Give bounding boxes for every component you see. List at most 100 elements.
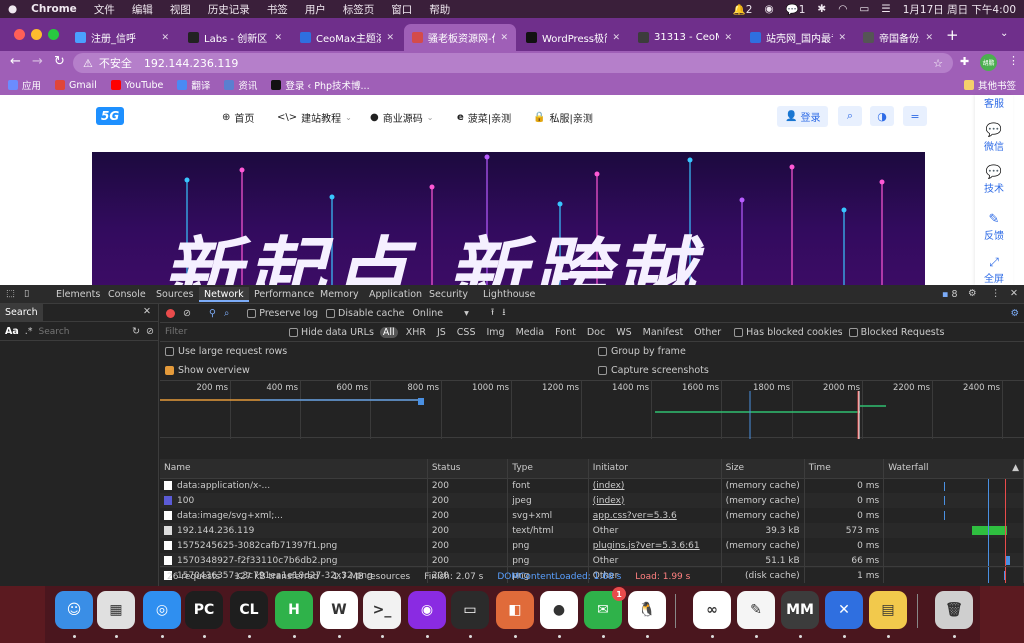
battery-icon[interactable]: ▭ bbox=[859, 3, 869, 15]
launchpad-app-icon[interactable]: ▦ bbox=[97, 591, 135, 629]
finder-app-icon[interactable]: ☺ bbox=[55, 591, 93, 629]
extensions-icon[interactable]: ✚ bbox=[960, 55, 969, 68]
apple-menu-icon[interactable]: ● bbox=[8, 3, 17, 15]
bluetooth-icon[interactable]: ✱ bbox=[817, 3, 826, 15]
bookmark-item[interactable]: Gmail bbox=[55, 80, 97, 91]
profile-avatar[interactable]: 胡鹏 bbox=[980, 54, 997, 71]
tab-lighthouse[interactable]: Lighthouse bbox=[483, 289, 535, 300]
wifi-icon[interactable]: ◠ bbox=[838, 3, 847, 15]
clear-log-icon[interactable]: ⊘ bbox=[183, 308, 191, 319]
issues-badge[interactable]: ▪ 8 bbox=[942, 289, 958, 300]
browser-tab[interactable]: WordPress极简 ✕ bbox=[518, 24, 628, 51]
regex-toggle[interactable]: .* bbox=[25, 326, 33, 337]
browser-tab[interactable]: 注册_信呼 ✕ bbox=[67, 24, 177, 51]
browser-tab[interactable]: Labs - 创新区 ✕ bbox=[180, 24, 290, 51]
menu-window[interactable]: 窗口 bbox=[391, 2, 412, 17]
close-tab-icon[interactable]: ✕ bbox=[612, 33, 620, 43]
type-filter-all[interactable]: All bbox=[379, 326, 398, 338]
tab-security[interactable]: Security bbox=[429, 289, 468, 300]
other-bookmarks[interactable]: 其他书签 bbox=[963, 78, 1016, 92]
safari-app-icon[interactable]: ◎ bbox=[143, 591, 181, 629]
podcast-app-icon[interactable]: ◉ bbox=[408, 591, 446, 629]
cell-initiator[interactable]: (index) bbox=[593, 481, 625, 491]
nav-commercial[interactable]: ● 商业源码 ⌄ bbox=[370, 110, 433, 125]
group-by-frame-checkbox[interactable]: Group by frame bbox=[598, 346, 686, 357]
hide-data-urls-checkbox[interactable]: Hide data URLs bbox=[289, 327, 374, 338]
cell-initiator[interactable]: app.css?ver=5.3.6 bbox=[593, 511, 677, 521]
remotedesktop-app-icon[interactable]: ✕ bbox=[825, 591, 863, 629]
service-item[interactable]: 客服 bbox=[975, 95, 1013, 110]
bookmark-item[interactable]: 资讯 bbox=[224, 78, 257, 92]
menu-view[interactable]: 视图 bbox=[170, 2, 191, 17]
close-tab-icon[interactable]: ✕ bbox=[500, 33, 508, 43]
close-tab-icon[interactable]: ✕ bbox=[724, 33, 732, 43]
wechat-item[interactable]: 💬 微信 bbox=[975, 123, 1013, 153]
col-size[interactable]: Size bbox=[721, 459, 805, 479]
col-name[interactable]: Name bbox=[160, 459, 428, 479]
wenku-app-icon[interactable]: W bbox=[320, 591, 358, 629]
close-tab-icon[interactable]: ✕ bbox=[274, 33, 282, 43]
filter-input[interactable] bbox=[165, 325, 283, 339]
nav-tutorial[interactable]: <\> 建站教程 ⌄ bbox=[277, 110, 352, 125]
feedback-item[interactable]: ✎ 反馈 bbox=[975, 212, 1013, 242]
tab-performance[interactable]: Performance bbox=[254, 289, 314, 300]
type-filter-ws[interactable]: WS bbox=[613, 327, 634, 338]
tech-item[interactable]: 💬 技术 bbox=[975, 165, 1013, 195]
menu-tabs[interactable]: 标签页 bbox=[343, 2, 375, 17]
address-bar[interactable]: ⚠ 不安全 192.144.236.119 ☆ bbox=[73, 53, 953, 73]
menu-help[interactable]: 帮助 bbox=[429, 2, 450, 17]
browser-tab[interactable]: 帝国备份王、EB ✕ bbox=[855, 24, 941, 51]
pycharm-app-icon[interactable]: PC bbox=[185, 591, 223, 629]
minimize-window-button[interactable] bbox=[31, 29, 42, 40]
archive-app-icon[interactable]: ▤ bbox=[869, 591, 907, 629]
control-center-icon[interactable]: ☰ bbox=[881, 3, 890, 15]
close-tab-icon[interactable]: ✕ bbox=[386, 33, 394, 43]
close-tab-icon[interactable]: ✕ bbox=[925, 33, 933, 43]
app-menu[interactable]: Chrome bbox=[31, 3, 77, 15]
close-devtools-icon[interactable]: ✕ bbox=[1010, 288, 1018, 299]
refresh-icon[interactable]: ↻ bbox=[132, 326, 140, 337]
match-case-toggle[interactable]: Aa bbox=[5, 326, 19, 337]
nav-bocai[interactable]: e 菠菜|亲测 bbox=[457, 110, 511, 125]
bookmark-item[interactable]: 应用 bbox=[8, 78, 41, 92]
col-type[interactable]: Type bbox=[507, 459, 589, 479]
notification-bell-icon[interactable]: 🔔2 bbox=[733, 3, 753, 16]
cell-initiator[interactable]: plugins.js?ver=5.3.6:61 bbox=[593, 541, 700, 551]
col-waterfall[interactable]: Waterfall ▲ bbox=[883, 459, 1024, 479]
focus-icon[interactable]: ◉ bbox=[764, 3, 773, 15]
tab-memory[interactable]: Memory bbox=[320, 289, 359, 300]
bookmark-star-icon[interactable]: ☆ bbox=[933, 57, 943, 70]
zoom-window-button[interactable] bbox=[48, 29, 59, 40]
inspect-icon[interactable]: ⬚ bbox=[6, 288, 15, 299]
preserve-log-checkbox[interactable]: Preserve log bbox=[247, 308, 318, 319]
type-filter-media[interactable]: Media bbox=[513, 327, 548, 338]
tab-sources[interactable]: Sources bbox=[156, 289, 194, 300]
cell-initiator[interactable]: (index) bbox=[593, 496, 625, 506]
chrome-app-icon[interactable]: ● bbox=[540, 591, 578, 629]
tab-elements[interactable]: Elements bbox=[56, 289, 100, 300]
type-filter-other[interactable]: Other bbox=[691, 327, 724, 338]
textedit-app-icon[interactable]: ✎ bbox=[737, 591, 775, 629]
wechat-app-icon[interactable]: ✉ 1 bbox=[584, 587, 626, 629]
forward-icon[interactable]: → bbox=[32, 54, 43, 69]
browser-tab[interactable]: CeoMax主题演示 ✕ bbox=[292, 24, 402, 51]
type-filter-xhr[interactable]: XHR bbox=[403, 327, 429, 338]
network-settings-icon[interactable]: ⚙ bbox=[1010, 308, 1019, 319]
bookmark-item[interactable]: 登录 ‹ Php技术博... bbox=[271, 78, 370, 92]
baidu-app-icon[interactable]: ∞ bbox=[693, 591, 731, 629]
blocked-cookies-checkbox[interactable]: Has blocked cookies bbox=[734, 327, 843, 338]
search-drawer-tab[interactable]: Search bbox=[0, 304, 43, 321]
type-filter-doc[interactable]: Doc bbox=[584, 327, 608, 338]
close-tab-icon[interactable]: ✕ bbox=[838, 33, 846, 43]
wechat-status-icon[interactable]: 💬1 bbox=[786, 3, 806, 16]
nav-private-server[interactable]: 🔒 私服|亲测 bbox=[533, 110, 593, 125]
browser-tab[interactable]: 站壳网_国内最专 ✕ bbox=[742, 24, 854, 51]
filter-icon[interactable]: ⚲ bbox=[209, 308, 216, 319]
throttle-select[interactable]: Online ▾ bbox=[412, 308, 468, 319]
upload-icon[interactable]: ⭱ bbox=[491, 305, 494, 321]
type-filter-img[interactable]: Img bbox=[484, 327, 508, 338]
browser-tab[interactable]: 骚老板资源网-优 ✕ bbox=[404, 24, 516, 51]
table-row[interactable]: data:image/svg+xml;... 200 svg+xml app.css?… bbox=[160, 508, 1024, 523]
blocked-requests-checkbox[interactable]: Blocked Requests bbox=[848, 327, 944, 338]
search-icon[interactable]: ⌕ bbox=[224, 308, 229, 319]
